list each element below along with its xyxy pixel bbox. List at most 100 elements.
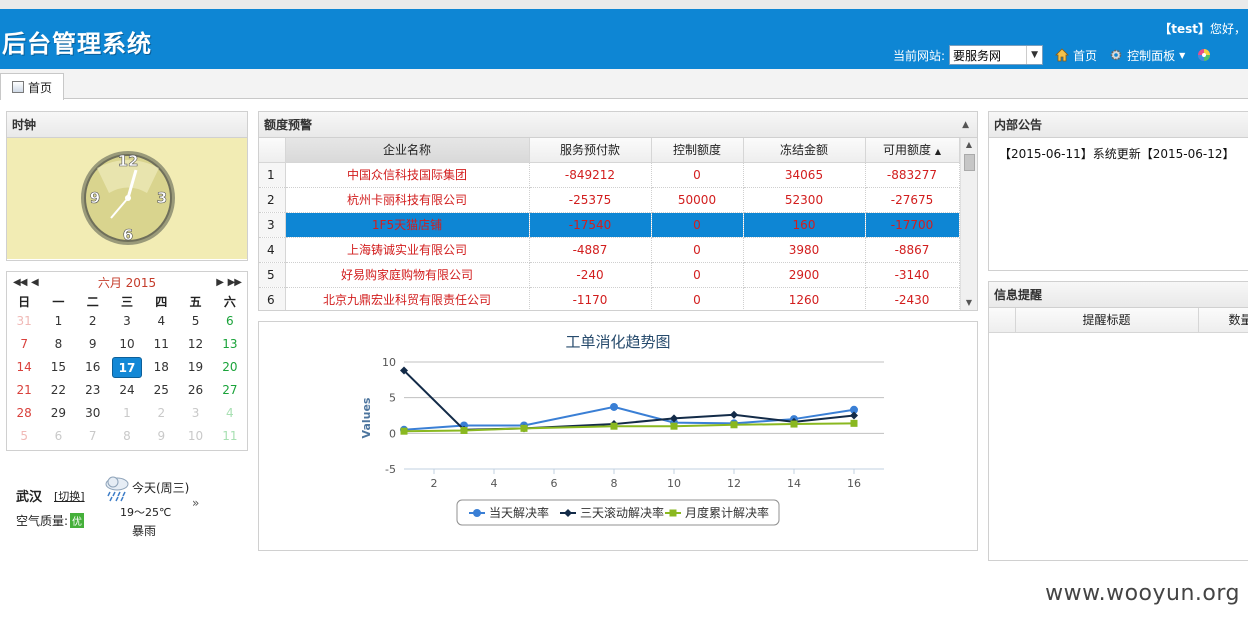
table-row[interactable]: 5 好易购家庭购物有限公司 -240 0 2900 -3140: [259, 262, 960, 288]
reminder-column-title[interactable]: 提醒标题: [1015, 308, 1199, 333]
calendar-day[interactable]: 1: [41, 310, 75, 333]
calendar-day[interactable]: 3: [110, 310, 144, 333]
calendar-day[interactable]: 13: [213, 333, 247, 356]
calendar-day[interactable]: 11: [213, 425, 247, 448]
weekday-header: 日: [18, 295, 31, 309]
next-month-button[interactable]: ▶: [216, 272, 224, 294]
calendar-day[interactable]: 22: [41, 379, 75, 402]
calendar-day[interactable]: 12: [178, 333, 212, 356]
clock-panel: 时钟 12 3 6 9: [6, 111, 248, 261]
tab-home[interactable]: 首页: [0, 73, 64, 100]
y-tick-label: 5: [389, 392, 396, 405]
calendar-day[interactable]: 24: [110, 379, 144, 402]
scroll-thumb[interactable]: [964, 154, 975, 171]
calendar-day[interactable]: 10: [178, 425, 212, 448]
calendar-day[interactable]: 25: [144, 379, 178, 402]
scroll-up-icon[interactable]: ▲: [961, 138, 977, 152]
weather-switch-link[interactable]: [切换]: [54, 488, 85, 504]
data-point[interactable]: [730, 421, 738, 429]
calendar-day[interactable]: 29: [41, 402, 75, 425]
data-point[interactable]: [850, 419, 858, 427]
calendar-day[interactable]: 8: [41, 333, 75, 356]
calendar-day[interactable]: 5: [7, 425, 41, 448]
theme-link[interactable]: [1197, 48, 1215, 62]
calendar-day[interactable]: 9: [76, 333, 110, 356]
calendar-day[interactable]: 21: [7, 379, 41, 402]
color-wheel-icon: [1198, 49, 1211, 61]
calendar-day[interactable]: 2: [144, 402, 178, 425]
calendar-day[interactable]: 30: [76, 402, 110, 425]
data-point[interactable]: [610, 422, 618, 430]
calendar-day[interactable]: 5: [178, 310, 212, 333]
quota-table: 企业名称 服务预付款 控制额度 冻结金额 可用额度 ▲ 1 中国众信科技国际集团 -…: [259, 138, 960, 310]
calendar-day[interactable]: 7: [7, 333, 41, 356]
prev-year-button[interactable]: ◀◀: [13, 272, 27, 294]
calendar-day[interactable]: 10: [110, 333, 144, 356]
data-point[interactable]: [400, 427, 408, 435]
x-tick-label: 4: [491, 477, 498, 490]
column-header-frozen[interactable]: 冻结金额: [743, 138, 866, 163]
calendar-day[interactable]: 31: [7, 310, 41, 333]
calendar-day[interactable]: 1: [110, 402, 144, 425]
calendar-day[interactable]: 19: [178, 356, 212, 379]
calendar-day[interactable]: 7: [76, 425, 110, 448]
trend-chart-panel: 工单消化趋势图 Values 10 5 0 -5 2 4 6 8 10 12 14 16 当天解决率 三…: [258, 321, 978, 551]
calendar-header: ◀◀ ◀ 六月 2015 ▶ ▶▶: [7, 272, 247, 294]
calendar-day[interactable]: 18: [144, 356, 178, 379]
calendar-day[interactable]: 3: [178, 402, 212, 425]
data-point[interactable]: [670, 422, 678, 430]
control-panel-menu[interactable]: 控制面板 ▼: [1109, 47, 1185, 64]
calendar-day[interactable]: 23: [76, 379, 110, 402]
trend-chart: 工单消化趋势图 Values 10 5 0 -5 2 4 6 8 10 12 14 16 当天解决率 三…: [360, 333, 884, 526]
calendar-day[interactable]: 27: [213, 379, 247, 402]
y-tick-label: 0: [389, 427, 396, 440]
legend-item-label[interactable]: 当天解决率: [489, 505, 549, 520]
calendar-day[interactable]: 6: [213, 310, 247, 333]
data-point[interactable]: [520, 424, 528, 432]
data-point[interactable]: [850, 411, 858, 420]
column-header-limit[interactable]: 控制额度: [651, 138, 744, 163]
table-row[interactable]: 1 中国众信科技国际集团 -849212 0 34065 -883277: [259, 162, 960, 188]
data-point[interactable]: [610, 402, 618, 411]
calendar-day[interactable]: 4: [144, 310, 178, 333]
calendar-day[interactable]: 14: [7, 356, 41, 379]
data-point[interactable]: [730, 410, 738, 419]
legend-item-label[interactable]: 三天滚动解决率: [580, 505, 664, 520]
home-link[interactable]: 首页: [1055, 47, 1097, 64]
column-header-name[interactable]: 企业名称: [285, 138, 530, 163]
calendar-day[interactable]: 20: [213, 356, 247, 379]
calendar-day[interactable]: 6: [41, 425, 75, 448]
quota-scrollbar[interactable]: ▲ ▼: [960, 138, 977, 310]
row-number: 5: [259, 262, 286, 288]
cell-prepay: -17540: [529, 212, 652, 238]
calendar-day[interactable]: 28: [7, 402, 41, 425]
next-year-button[interactable]: ▶▶: [228, 272, 242, 294]
data-point[interactable]: [790, 420, 798, 428]
table-row[interactable]: 6 北京九鼎宏业科贸有限责任公司 -1170 0 1260 -2430: [259, 287, 960, 310]
calendar-day[interactable]: 2: [76, 310, 110, 333]
notice-item[interactable]: 【2015-06-11】系统更新【2015-06-12】: [989, 138, 1248, 169]
calendar-day[interactable]: 26: [178, 379, 212, 402]
column-header-prepay[interactable]: 服务预付款: [529, 138, 652, 163]
cell-name: 北京九鼎宏业科贸有限责任公司: [285, 287, 530, 310]
data-point[interactable]: [460, 426, 468, 434]
table-row[interactable]: 3 1F5天猫店铺 -17540 0 160 -17700: [259, 212, 960, 238]
calendar-day[interactable]: 4: [213, 402, 247, 425]
calendar-day[interactable]: 15: [41, 356, 75, 379]
calendar-day[interactable]: 8: [110, 425, 144, 448]
prev-month-button[interactable]: ◀: [31, 272, 39, 294]
table-row[interactable]: 4 上海铸诚实业有限公司 -4887 0 3980 -8867: [259, 237, 960, 263]
legend-marker: [669, 509, 677, 517]
collapse-icon[interactable]: ▲: [962, 112, 969, 138]
table-row[interactable]: 2 杭州卡丽科技有限公司 -25375 50000 52300 -27675: [259, 187, 960, 213]
calendar-day[interactable]: 16: [76, 356, 110, 379]
weather-more-button[interactable]: »: [192, 496, 199, 510]
site-select[interactable]: 要服务网 ▼: [949, 45, 1044, 65]
legend-item-label[interactable]: 月度累计解决率: [685, 505, 769, 520]
calendar-day[interactable]: 17: [111, 357, 143, 378]
calendar-day[interactable]: 9: [144, 425, 178, 448]
scroll-down-icon[interactable]: ▼: [961, 296, 977, 310]
column-header-available[interactable]: 可用额度 ▲: [865, 138, 960, 163]
calendar-day[interactable]: 11: [144, 333, 178, 356]
reminder-column-count[interactable]: 数量: [1198, 308, 1248, 333]
